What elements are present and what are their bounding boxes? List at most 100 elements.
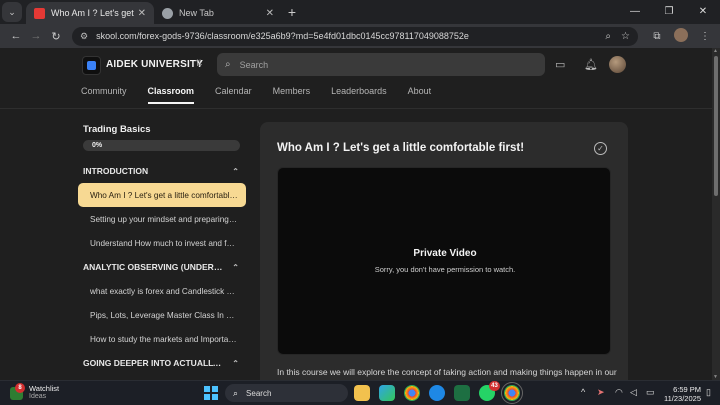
chevron-up-icon[interactable]: ⌃ — [232, 359, 239, 368]
clock-date: 11/23/2025 — [664, 394, 701, 403]
browser-tab-new-tab[interactable]: New Tab ✕ — [154, 2, 282, 24]
switch-community-icon[interactable]: ⇅ — [195, 58, 203, 69]
search-icon: ⌕ — [225, 59, 231, 70]
lesson-label: Pips, Lots, Leverage Master Class In dep… — [90, 310, 238, 320]
widgets-button[interactable]: 8 Watchlist Ideas — [10, 382, 59, 401]
lesson-item[interactable]: what exactly is forex and Candlestick an… — [78, 279, 246, 303]
section-header-analytic-observing[interactable]: ANALYTIC OBSERVING (UNDERSTANDING THE MA… — [78, 255, 246, 279]
lesson-label: what exactly is forex and Candlestick an… — [90, 286, 238, 296]
watchlist-icon: 8 — [10, 382, 25, 400]
file-explorer-icon[interactable] — [354, 385, 370, 401]
search-input[interactable]: ⌕ Search — [217, 53, 545, 76]
extensions-icon[interactable]: ⧉ — [648, 31, 666, 42]
tray-overflow-chevron-icon[interactable]: ^ — [581, 387, 585, 397]
lesson-item-active[interactable]: Who Am I ? Let's get a little comfortabl… — [78, 183, 246, 207]
video-title: Private Video — [413, 248, 477, 259]
volume-icon[interactable]: ◁ — [630, 387, 637, 398]
tray-arrow-icon[interactable]: ➤ — [597, 387, 605, 398]
lesson-card: Who Am I ? Let's get a little comfortabl… — [260, 122, 628, 380]
zoom-icon[interactable]: ⌕ — [605, 31, 611, 42]
scrollbar-thumb[interactable] — [714, 56, 718, 196]
browser-toolbar: ← → ↻ ⚙ skool.com/forex-gods-9736/classr… — [0, 24, 720, 48]
window-controls: — ❐ ✕ — [618, 0, 720, 22]
lesson-title: Who Am I ? Let's get a little comfortabl… — [277, 142, 525, 154]
skool-page: AIDEK UNIVERSITY ⇅ ⌕ Search ▭ 🔔︎ Communi… — [0, 48, 712, 380]
chat-icon[interactable]: ▭ — [555, 58, 565, 71]
tab-search-dropdown-icon[interactable]: ⌄ — [2, 2, 22, 22]
bookmark-star-icon[interactable]: ☆ — [621, 31, 630, 42]
widget-subtitle: Ideas — [29, 393, 47, 400]
notifications-icon[interactable]: ▯ — [706, 387, 711, 398]
tab-community[interactable]: Community — [81, 86, 127, 104]
tab-members[interactable]: Members — [273, 86, 311, 104]
windows-taskbar: 8 Watchlist Ideas ⌕ Search 43 ^ ➤ ◠ ◁ ▭ … — [0, 380, 720, 405]
mark-complete-check-icon[interactable]: ✓ — [594, 142, 607, 155]
lesson-item[interactable]: Pips, Lots, Leverage Master Class In dep… — [78, 303, 246, 327]
system-clock[interactable]: 6:59 PM 11/23/2025 — [663, 385, 701, 403]
tab-calendar[interactable]: Calendar — [215, 86, 252, 104]
new-tab-button[interactable]: + — [282, 2, 302, 22]
browser-menu-icon[interactable]: ⋮ — [696, 31, 714, 42]
progress-label: 0% — [92, 142, 103, 149]
dell-icon[interactable] — [429, 385, 445, 401]
video-subtitle: Sorry, you don't have permission to watc… — [374, 265, 516, 274]
lesson-label: How to study the markets and Important s… — [90, 334, 238, 344]
tab-about[interactable]: About — [408, 86, 432, 104]
lesson-item[interactable]: Understand How much to invest and fund m… — [78, 231, 246, 255]
community-header: AIDEK UNIVERSITY ⇅ ⌕ Search ▭ 🔔︎ Communi… — [0, 48, 712, 110]
widget-badge: 8 — [15, 382, 25, 393]
forward-button[interactable]: → — [26, 26, 46, 46]
community-logo[interactable] — [82, 56, 101, 75]
address-bar[interactable]: ⚙ skool.com/forex-gods-9736/classroom/e3… — [72, 26, 638, 46]
chevron-up-icon[interactable]: ⌃ — [232, 167, 239, 176]
windows-start-icon[interactable] — [204, 386, 218, 400]
notifications-bell-icon[interactable]: 🔔︎ — [584, 58, 598, 71]
whatsapp-icon[interactable]: 43 — [479, 381, 500, 401]
tab-title: Who Am I ? Let's get a little comfortabl… — [51, 8, 134, 18]
scroll-up-icon[interactable]: ▲ — [713, 48, 718, 54]
lesson-label: Setting up your mindset and preparing fo… — [90, 214, 238, 224]
whatsapp-badge: 43 — [489, 381, 500, 391]
maximize-icon[interactable]: ❐ — [652, 0, 686, 22]
chrome-icon[interactable] — [404, 385, 420, 401]
section-header-going-deeper[interactable]: GOING DEEPER INTO ACTUALLY MAKING MONEY … — [78, 351, 246, 375]
site-info-icon[interactable]: ⚙ — [80, 31, 88, 42]
back-button[interactable]: ← — [6, 26, 26, 46]
tab-classroom[interactable]: Classroom — [147, 86, 195, 104]
tab-leaderboards[interactable]: Leaderboards — [331, 86, 387, 104]
user-avatar[interactable] — [609, 56, 626, 73]
lesson-description: In this course we will explore the conce… — [277, 367, 617, 377]
taskbar-search[interactable]: ⌕ Search — [225, 384, 348, 402]
address-url[interactable]: skool.com/forex-gods-9736/classroom/e325… — [96, 31, 595, 41]
chrome-active-icon[interactable] — [501, 382, 523, 404]
page-scrollbar[interactable]: ▲ ▼ — [712, 48, 720, 380]
close-tab-icon[interactable]: ✕ — [266, 8, 274, 19]
community-nav: Community Classroom Calendar Members Lea… — [81, 86, 452, 104]
header-divider — [0, 108, 712, 109]
wifi-icon[interactable]: ◠ — [615, 387, 623, 398]
browser-tab-active[interactable]: Who Am I ? Let's get a little comfortabl… — [26, 2, 154, 24]
excel-icon[interactable] — [454, 385, 470, 401]
section-title: INTRODUCTION — [83, 166, 149, 176]
section-header-introduction[interactable]: INTRODUCTION ⌃ — [78, 159, 246, 183]
clock-time: 6:59 PM — [673, 385, 701, 394]
close-window-icon[interactable]: ✕ — [686, 0, 720, 22]
community-name[interactable]: AIDEK UNIVERSITY — [106, 59, 203, 70]
lesson-item[interactable]: Setting up your mindset and preparing fo… — [78, 207, 246, 231]
lesson-label: Understand How much to invest and fund m… — [90, 238, 238, 248]
taskbar-search-label: Search — [246, 388, 272, 398]
search-icon: ⌕ — [233, 387, 239, 398]
lesson-item[interactable]: How to study the markets and Important s… — [78, 327, 246, 351]
edge-icon[interactable] — [379, 385, 395, 401]
video-player[interactable]: Private Video Sorry, you don't have perm… — [277, 167, 611, 355]
lesson-label: Who Am I ? Let's get a little comfortabl… — [90, 190, 238, 200]
chevron-up-icon[interactable]: ⌃ — [232, 263, 239, 272]
course-title: Trading Basics — [83, 124, 151, 135]
minimize-icon[interactable]: — — [618, 0, 652, 22]
search-placeholder: Search — [239, 59, 269, 70]
profile-avatar-icon[interactable] — [672, 27, 690, 45]
battery-icon[interactable]: ▭ — [646, 387, 655, 398]
reload-button[interactable]: ↻ — [46, 26, 66, 46]
course-sidebar: Trading Basics 0% INTRODUCTION ⌃ Who Am … — [78, 122, 246, 375]
close-tab-icon[interactable]: ✕ — [138, 8, 146, 19]
